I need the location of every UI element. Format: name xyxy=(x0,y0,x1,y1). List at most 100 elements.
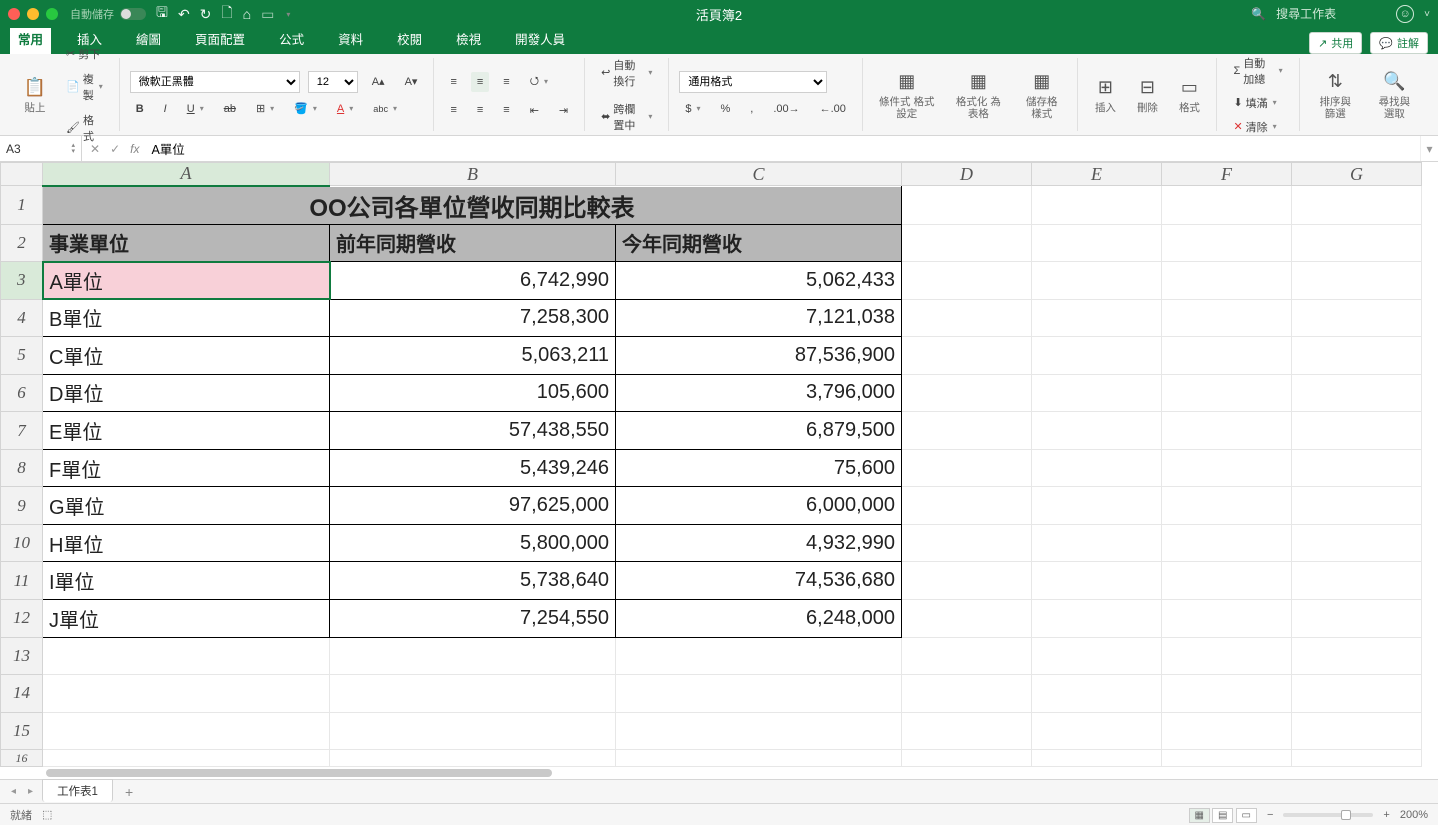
cell-B11[interactable]: 5,738,640 xyxy=(330,562,616,600)
header-cell-2[interactable]: 今年同期營收 xyxy=(616,224,902,262)
cell[interactable] xyxy=(1162,224,1292,262)
conditional-formatting-button[interactable]: ▦條件式 格式設定 xyxy=(873,67,941,122)
row-header-9[interactable]: 9 xyxy=(1,487,43,525)
cell[interactable] xyxy=(902,449,1032,487)
cell[interactable] xyxy=(1032,524,1162,562)
cell-A5[interactable]: C單位 xyxy=(43,337,330,375)
strikethrough-button[interactable]: ab xyxy=(218,99,242,119)
col-header-C[interactable]: C xyxy=(616,163,902,186)
cell[interactable] xyxy=(1292,412,1422,450)
new-icon[interactable]: 🗋 xyxy=(221,2,232,26)
share-button[interactable]: ↗共用 xyxy=(1309,32,1362,54)
col-header-F[interactable]: F xyxy=(1162,163,1292,186)
cell[interactable] xyxy=(1162,487,1292,525)
home-icon[interactable]: ⌂ xyxy=(243,6,251,22)
align-right-icon[interactable]: ≡ xyxy=(497,100,515,120)
cell[interactable] xyxy=(1162,186,1292,224)
cell-A7[interactable]: E單位 xyxy=(43,412,330,450)
align-left-icon[interactable]: ≡ xyxy=(444,100,462,120)
search-icon[interactable]: 🔍 xyxy=(1251,7,1266,21)
cell[interactable] xyxy=(616,712,902,750)
row-header-5[interactable]: 5 xyxy=(1,337,43,375)
feedback-icon[interactable]: ☺ xyxy=(1396,5,1414,23)
comma-button[interactable]: , xyxy=(744,99,759,119)
cell[interactable] xyxy=(1032,262,1162,300)
cell[interactable] xyxy=(1292,562,1422,600)
row-header-12[interactable]: 12 xyxy=(1,600,43,638)
cell[interactable] xyxy=(1032,299,1162,337)
cell-B7[interactable]: 57,438,550 xyxy=(330,412,616,450)
cell[interactable] xyxy=(1162,412,1292,450)
cell[interactable] xyxy=(902,299,1032,337)
zoom-out-icon[interactable]: − xyxy=(1267,809,1273,821)
merge-center-button[interactable]: ⬌ 跨欄置中 xyxy=(595,98,658,136)
cell-B8[interactable]: 5,439,246 xyxy=(330,449,616,487)
page-layout-view-icon[interactable]: ▤ xyxy=(1212,808,1233,823)
fill-button[interactable]: ⬇ 填滿 xyxy=(1227,92,1288,114)
cell-B4[interactable]: 7,258,300 xyxy=(330,299,616,337)
phonetic-button[interactable]: abc xyxy=(367,99,403,119)
cell[interactable] xyxy=(1162,374,1292,412)
redo-icon[interactable]: ↻ xyxy=(200,6,212,23)
delete-cells-button[interactable]: ⊟刪除 xyxy=(1130,73,1164,117)
cell[interactable] xyxy=(902,186,1032,224)
cell[interactable] xyxy=(1162,637,1292,675)
cell[interactable] xyxy=(1292,449,1422,487)
cut-button[interactable]: ✂ 剪下 xyxy=(60,43,109,65)
cell[interactable] xyxy=(1292,675,1422,713)
cell[interactable] xyxy=(616,675,902,713)
cell-C12[interactable]: 6,248,000 xyxy=(616,600,902,638)
cell-C11[interactable]: 74,536,680 xyxy=(616,562,902,600)
cell[interactable] xyxy=(902,675,1032,713)
col-header-E[interactable]: E xyxy=(1032,163,1162,186)
copy-button[interactable]: 📄 複製 xyxy=(60,68,109,106)
cell[interactable] xyxy=(902,487,1032,525)
cell-B6[interactable]: 105,600 xyxy=(330,374,616,412)
cell-C7[interactable]: 6,879,500 xyxy=(616,412,902,450)
cell[interactable] xyxy=(1032,449,1162,487)
close-icon[interactable] xyxy=(8,8,20,20)
cell-styles-button[interactable]: ▦儲存格 樣式 xyxy=(1016,67,1067,122)
cell-C9[interactable]: 6,000,000 xyxy=(616,487,902,525)
sheet-nav-last-icon[interactable]: ▸ xyxy=(25,786,36,797)
header-cell-0[interactable]: 事業單位 xyxy=(43,224,330,262)
undo-icon[interactable]: ↶ xyxy=(178,6,190,23)
cell-C3[interactable]: 5,062,433 xyxy=(616,262,902,300)
align-middle-icon[interactable]: ≡ xyxy=(471,72,489,92)
insert-cells-button[interactable]: ⊞插入 xyxy=(1088,73,1122,117)
increase-font-icon[interactable]: A▴ xyxy=(366,72,391,92)
indent-decrease-icon[interactable]: ⇤ xyxy=(524,100,545,120)
maximize-icon[interactable] xyxy=(46,8,58,20)
cell[interactable] xyxy=(1292,186,1422,224)
cell-B3[interactable]: 6,742,990 xyxy=(330,262,616,300)
currency-button[interactable]: $ xyxy=(679,99,706,119)
cancel-formula-icon[interactable]: ✕ xyxy=(90,142,100,156)
print-icon[interactable]: ▭ xyxy=(261,6,274,23)
cell[interactable] xyxy=(1162,750,1292,767)
cell[interactable] xyxy=(1032,750,1162,767)
cell[interactable] xyxy=(43,750,330,767)
cell[interactable] xyxy=(1162,712,1292,750)
cell-C6[interactable]: 3,796,000 xyxy=(616,374,902,412)
save-icon[interactable]: 🖫 xyxy=(156,2,168,26)
cell[interactable] xyxy=(1032,224,1162,262)
italic-button[interactable]: I xyxy=(158,99,173,119)
col-header-G[interactable]: G xyxy=(1292,163,1422,186)
cell[interactable] xyxy=(902,337,1032,375)
cell[interactable] xyxy=(1032,374,1162,412)
cell-A9[interactable]: G單位 xyxy=(43,487,330,525)
cell[interactable] xyxy=(330,675,616,713)
chevron-down-icon[interactable]: ˅ xyxy=(1424,9,1430,20)
cell[interactable] xyxy=(616,637,902,675)
ribbon-tab-5[interactable]: 資料 xyxy=(330,24,371,54)
cell[interactable] xyxy=(1032,675,1162,713)
cell[interactable] xyxy=(43,637,330,675)
borders-button[interactable]: ⊞ xyxy=(250,99,280,119)
qat-more-icon[interactable] xyxy=(284,9,290,19)
cell[interactable] xyxy=(1292,224,1422,262)
cell-C8[interactable]: 75,600 xyxy=(616,449,902,487)
cell-B9[interactable]: 97,625,000 xyxy=(330,487,616,525)
expand-formula-bar-icon[interactable]: ▾ xyxy=(1420,136,1438,161)
cell[interactable] xyxy=(902,224,1032,262)
cell-B10[interactable]: 5,800,000 xyxy=(330,524,616,562)
